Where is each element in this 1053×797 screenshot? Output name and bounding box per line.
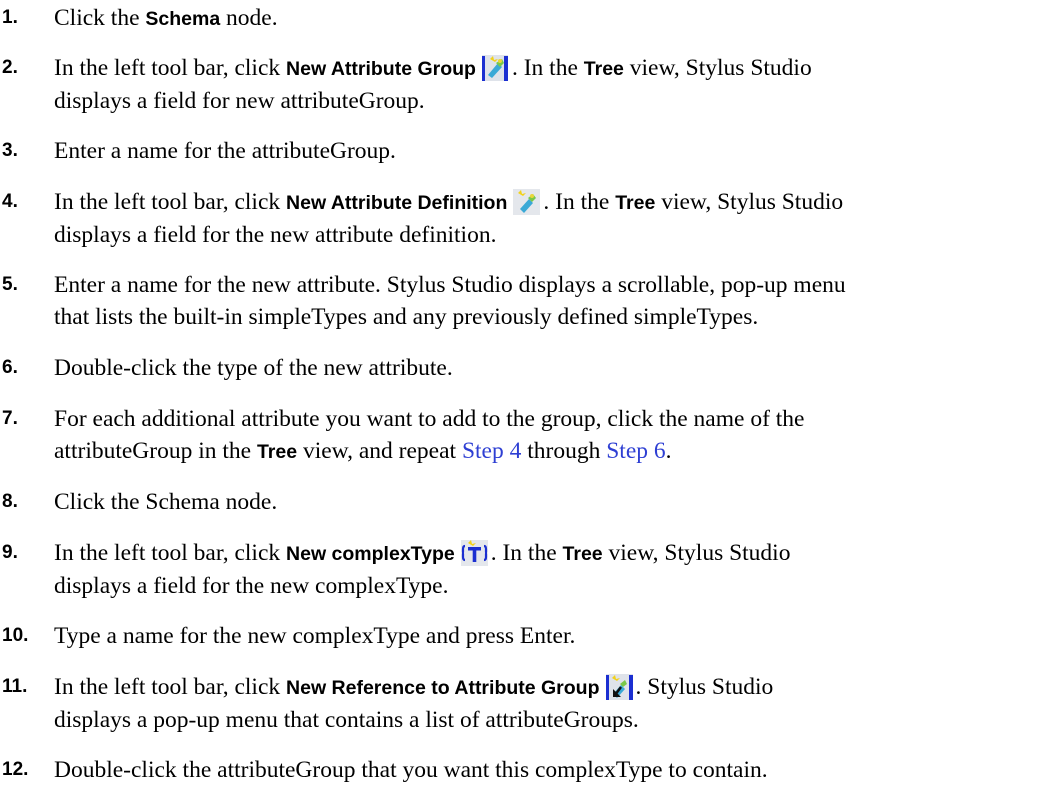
- step-number: 4.: [2, 191, 18, 212]
- step-12: 12. Double-click the attributeGroup that…: [0, 754, 1053, 786]
- step-text: Enter a name for the new attribute. Styl…: [54, 272, 846, 298]
- ui-term-tree: Tree: [562, 543, 603, 565]
- step-text: displays a field for the new complexType…: [54, 573, 449, 599]
- step-number: 11.: [2, 676, 28, 697]
- step-number: 8.: [2, 491, 18, 512]
- step-7: 7. For each additional attribute you wan…: [0, 403, 1053, 468]
- step-text: node.: [220, 5, 278, 31]
- step-number: 2.: [2, 57, 18, 78]
- step-text: . In the: [490, 540, 563, 566]
- step-text: Click the: [54, 5, 146, 31]
- step-text: Enter a name for the attributeGroup.: [54, 138, 396, 164]
- step-number: 5.: [2, 274, 18, 295]
- step-text: displays a field for the new attribute d…: [54, 222, 497, 248]
- step-text: In the left tool bar, click: [54, 55, 287, 81]
- step-number: 9.: [2, 542, 18, 563]
- step-4-link[interactable]: Step 4: [462, 438, 521, 464]
- step-9: 9. In the left tool bar, click New compl…: [0, 537, 1053, 602]
- step-4: 4. In the left tool bar, click New Attri…: [0, 186, 1053, 251]
- step-text: Double-click the attributeGroup that you…: [54, 757, 768, 783]
- step-text: view, Stylus Studio: [602, 540, 791, 566]
- step-text: In the left tool bar, click: [54, 540, 287, 566]
- step-text: In the left tool bar, click: [54, 189, 287, 215]
- step-text: .: [665, 438, 672, 464]
- step-text: view, and repeat: [297, 438, 462, 464]
- ui-term-new-attribute-group: New Attribute Group: [286, 58, 476, 80]
- step-number: 3.: [2, 140, 18, 161]
- step-11: 11. In the left tool bar, click New Refe…: [0, 671, 1053, 736]
- step-text: displays a pop-up menu that contains a l…: [54, 707, 639, 733]
- ui-term-new-complextype: New complexType: [286, 543, 455, 565]
- step-6-link[interactable]: Step 6: [606, 438, 665, 464]
- procedure-steps: 1. Click the Schema node. 2. In the left…: [0, 0, 1053, 797]
- new-reference-to-attribute-group-icon: [603, 672, 636, 702]
- step-6: 6. Double-click the type of the new attr…: [0, 352, 1053, 384]
- step-3: 3. Enter a name for the attributeGroup.: [0, 135, 1053, 167]
- step-text: attributeGroup in the: [54, 438, 257, 464]
- ui-term-tree: Tree: [615, 192, 656, 214]
- step-number: 6.: [2, 357, 18, 378]
- step-5: 5. Enter a name for the new attribute. S…: [0, 269, 1053, 333]
- step-text: . In the: [511, 55, 584, 81]
- step-text: For each additional attribute you want t…: [54, 406, 805, 432]
- step-2: 2. In the left tool bar, click New Attri…: [0, 52, 1053, 117]
- step-text: Double-click the type of the new attribu…: [54, 355, 453, 381]
- step-number: 12.: [2, 759, 29, 780]
- ui-term-schema: Schema: [145, 8, 221, 30]
- step-1: 1. Click the Schema node.: [0, 2, 1053, 35]
- step-number: 10.: [2, 625, 29, 646]
- ui-term-new-attribute-definition: New Attribute Definition: [286, 192, 508, 214]
- ui-term-tree: Tree: [583, 58, 624, 80]
- step-number: 7.: [2, 408, 18, 429]
- step-number: 1.: [2, 7, 18, 28]
- step-text: . Stylus Studio: [635, 674, 774, 700]
- step-text: view, Stylus Studio: [623, 55, 812, 81]
- new-complextype-icon: [458, 538, 491, 568]
- step-text: Type a name for the new complexType and …: [54, 623, 576, 649]
- step-8: 8. Click the Schema node.: [0, 486, 1053, 518]
- step-10: 10. Type a name for the new complexType …: [0, 620, 1053, 652]
- new-attribute-definition-icon: [511, 187, 544, 217]
- ui-term-new-reference-to-attribute-group: New Reference to Attribute Group: [286, 677, 600, 699]
- step-text: displays a field for new attributeGroup.: [54, 88, 425, 114]
- step-text: view, Stylus Studio: [655, 189, 844, 215]
- step-text: In the left tool bar, click: [54, 674, 287, 700]
- step-text: that lists the built-in simpleTypes and …: [54, 304, 759, 330]
- ui-term-tree: Tree: [256, 441, 298, 463]
- step-text: . In the: [543, 189, 616, 215]
- step-text: through: [521, 438, 607, 464]
- new-attribute-group-icon: [479, 53, 512, 83]
- step-text: Click the Schema node.: [54, 489, 278, 515]
